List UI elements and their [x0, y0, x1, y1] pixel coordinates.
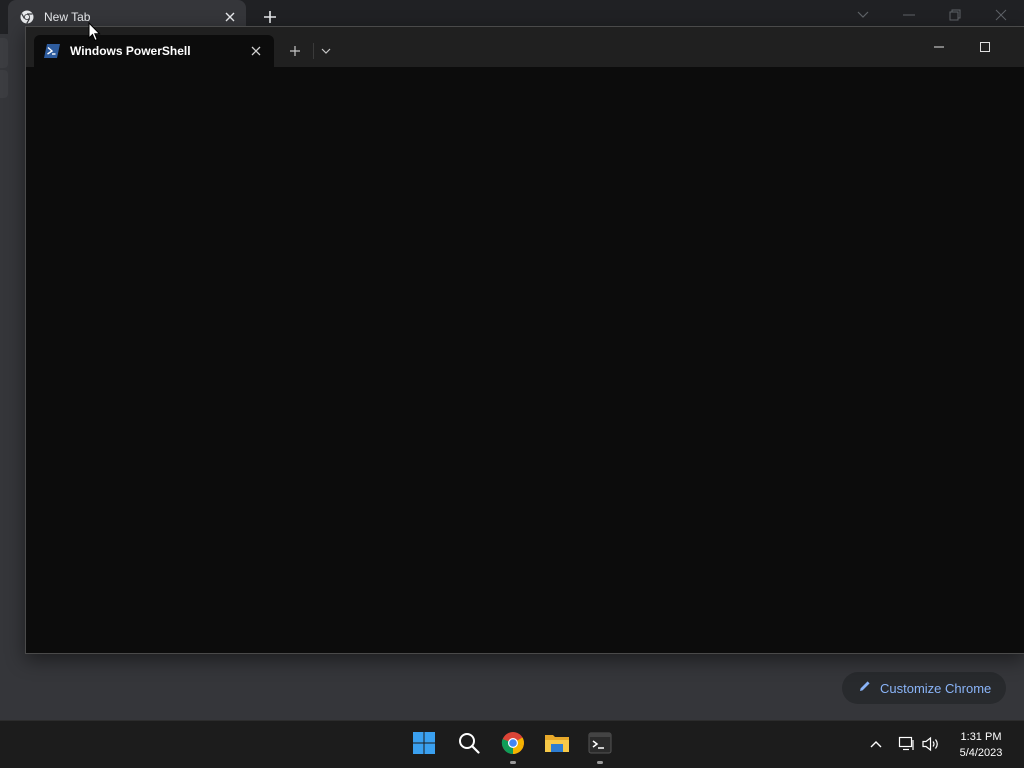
chrome-search-tabs-chevron-icon[interactable] — [850, 4, 876, 26]
show-hidden-icons-chevron-icon[interactable] — [865, 733, 887, 755]
chrome-close-icon[interactable] — [988, 4, 1014, 26]
chrome-tab-title: New Tab — [44, 10, 91, 24]
running-indicator — [597, 761, 603, 764]
chrome-new-tab-button[interactable] — [259, 6, 281, 28]
clock-time: 1:31 PM — [960, 731, 1002, 743]
chrome-favicon-icon — [20, 10, 34, 24]
folder-icon — [544, 732, 570, 759]
chrome-background-element — [0, 70, 8, 98]
customize-chrome-label: Customize Chrome — [880, 680, 992, 696]
terminal-tab-powershell[interactable]: Windows PowerShell — [34, 35, 274, 67]
terminal-titlebar: Windows PowerShell — [26, 27, 1024, 67]
chrome-icon — [501, 731, 525, 760]
terminal-maximize-icon[interactable] — [970, 37, 1000, 57]
terminal-taskbar-button[interactable] — [580, 725, 620, 765]
terminal-tab-separator — [313, 43, 314, 59]
network-icon[interactable] — [896, 733, 918, 755]
volume-icon[interactable] — [920, 733, 942, 755]
chrome-background-element — [0, 38, 8, 68]
chrome-taskbar-button[interactable] — [493, 725, 533, 765]
file-explorer-taskbar-button[interactable] — [537, 725, 577, 765]
terminal-new-tab-button[interactable] — [284, 41, 306, 61]
search-icon — [458, 732, 480, 759]
start-button[interactable] — [404, 725, 444, 765]
system-clock[interactable]: 1:31 PM 5/4/2023 — [946, 729, 1016, 761]
pencil-icon — [858, 679, 872, 698]
terminal-tab-title: Windows PowerShell — [70, 44, 191, 58]
terminal-icon — [588, 732, 612, 759]
customize-chrome-button[interactable]: Customize Chrome — [842, 672, 1006, 704]
terminal-minimize-icon[interactable] — [924, 37, 954, 57]
running-indicator — [510, 761, 516, 764]
terminal-console-area[interactable] — [26, 67, 1024, 653]
terminal-dropdown-chevron-icon[interactable] — [316, 41, 336, 61]
chrome-tab-close-icon[interactable] — [220, 7, 240, 27]
taskbar: 1:31 PM 5/4/2023 — [0, 720, 1024, 768]
windows-logo-icon — [412, 731, 436, 760]
search-button[interactable] — [449, 725, 489, 765]
mouse-cursor-icon — [88, 21, 102, 42]
chrome-minimize-icon[interactable] — [896, 4, 922, 26]
chrome-restore-icon[interactable] — [942, 4, 968, 26]
clock-date: 5/4/2023 — [959, 747, 1003, 759]
powershell-icon — [44, 44, 60, 58]
terminal-tab-close-icon[interactable] — [246, 41, 266, 61]
terminal-window: Windows PowerShell — [25, 26, 1024, 654]
